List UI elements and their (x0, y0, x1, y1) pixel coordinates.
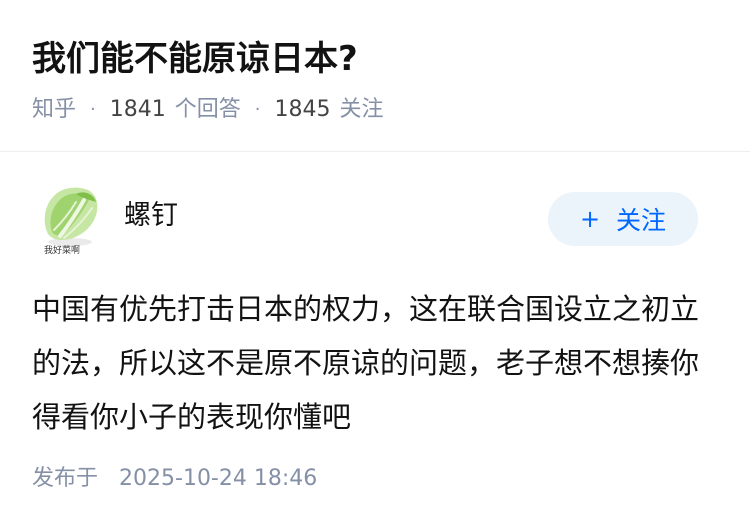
source-label[interactable]: 知乎 (32, 94, 76, 126)
answer-publish-time: 发布于 2025-10-24 18:46 (32, 462, 317, 496)
answer-content: 中国有优先打击日本的权力，这在联合国设立之初立的法，所以这不是原不原谅的问题，老… (32, 292, 700, 434)
avatar[interactable]: 我好菜啊 (34, 182, 106, 260)
meta-separator: · (90, 99, 96, 120)
publish-label: 发布于 (32, 466, 99, 491)
author-name[interactable]: 螺钉 (124, 198, 178, 234)
meta-separator: · (254, 99, 261, 120)
follow-button[interactable]: + 关注 (548, 192, 698, 246)
answer-count: 1841 (109, 97, 166, 122)
question-header: 我们能不能原谅日本? 知乎 · 1841 个回答 · 1845 关注 (0, 0, 750, 152)
answer-author-row: 我好菜啊 螺钉 + 关注 (0, 176, 750, 266)
publish-time[interactable]: 2025-10-24 18:46 (119, 466, 317, 491)
follow-button-label: 关注 (616, 206, 667, 235)
cabbage-icon (44, 187, 98, 246)
plus-icon: + (579, 205, 601, 233)
follower-count-label[interactable]: 关注 (340, 94, 384, 126)
question-meta: 知乎 · 1841 个回答 · 1845 关注 (32, 94, 384, 126)
follower-count: 1845 (274, 97, 331, 122)
answer-count-label[interactable]: 个回答 (175, 94, 241, 126)
avatar-caption: 我好菜啊 (44, 246, 81, 256)
question-title[interactable]: 我们能不能原谅日本? (32, 34, 358, 84)
